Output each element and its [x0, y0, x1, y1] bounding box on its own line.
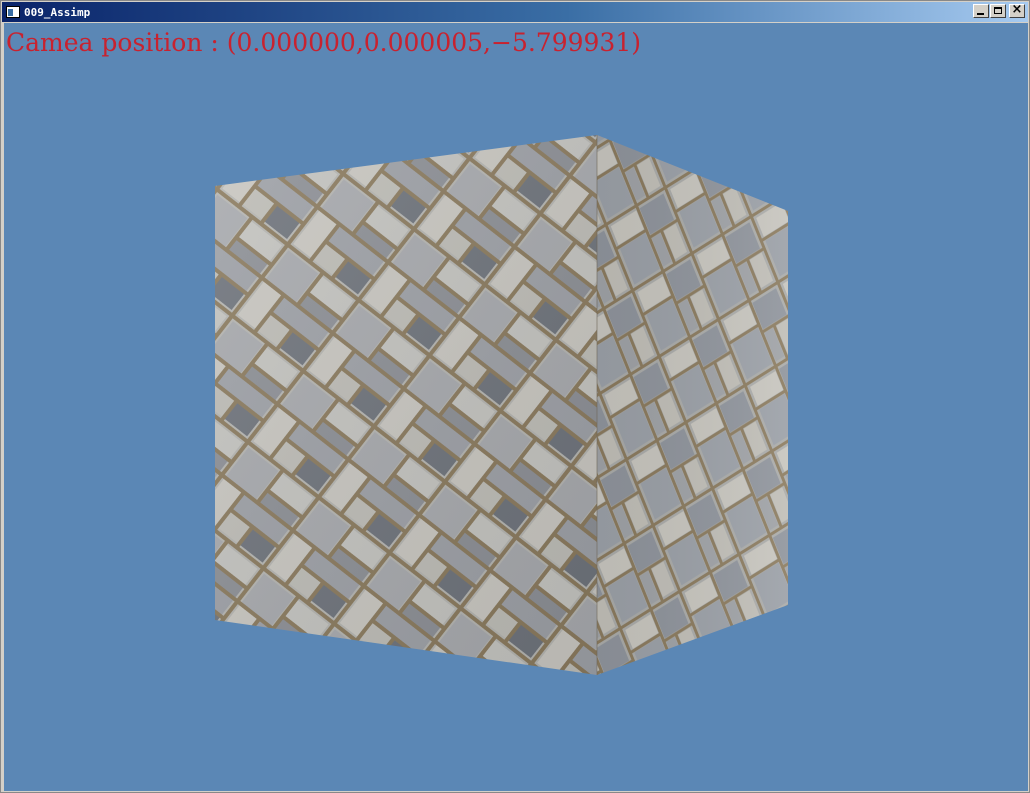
maximize-icon: [994, 7, 1002, 14]
close-icon: ×: [1011, 2, 1023, 17]
cube-scene: [215, 135, 788, 675]
app-window: 009_Assimp × Camea position: (0.000000,…: [0, 0, 1030, 793]
minimize-button[interactable]: [973, 4, 989, 18]
app-window-icon[interactable]: [6, 6, 20, 18]
maximize-button[interactable]: [990, 4, 1006, 18]
camera-position-label: Camea position : (0.000000,0.000005,−5.7…: [6, 28, 641, 57]
window-title: 009_Assimp: [24, 5, 91, 19]
render-viewport[interactable]: Camea position : (0.000000,0.000005,−5.7…: [4, 23, 1028, 791]
close-button[interactable]: ×: [1009, 2, 1025, 18]
minimize-icon: [977, 13, 984, 15]
title-bar[interactable]: 009_Assimp ×: [2, 2, 1028, 22]
window-controls: ×: [972, 2, 1025, 18]
